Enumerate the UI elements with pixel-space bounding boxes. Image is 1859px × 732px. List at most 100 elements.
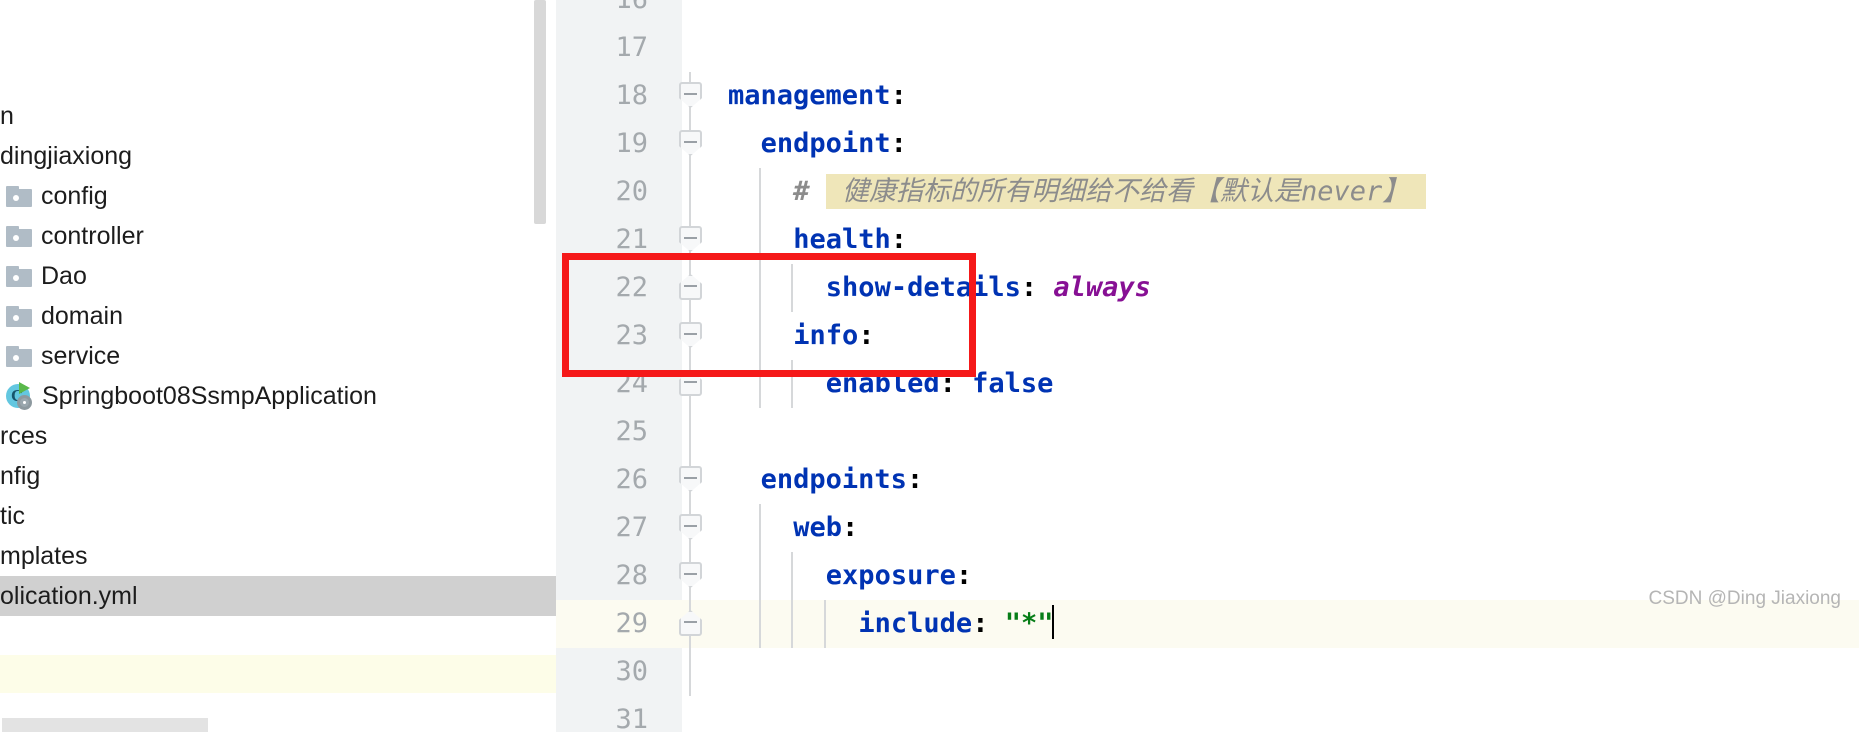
- code-line[interactable]: 23 info:: [556, 312, 1859, 360]
- code-fold-top-icon[interactable]: [676, 504, 704, 552]
- token-key: endpoint: [760, 128, 891, 159]
- tree-item-config[interactable]: config: [0, 176, 556, 216]
- indent-guide: [758, 168, 761, 216]
- tree-item-label: n: [0, 101, 14, 130]
- token-key: include: [858, 608, 973, 639]
- tree-item-label: config: [41, 181, 108, 210]
- indent-guide: [791, 360, 794, 408]
- indent-guide: [791, 600, 794, 648]
- tree-item-service[interactable]: service: [0, 336, 556, 376]
- tree-item-nfig[interactable]: nfig: [0, 456, 556, 496]
- line-number: 25: [615, 416, 648, 447]
- code-line[interactable]: 17: [556, 24, 1859, 72]
- tree-item-controller[interactable]: controller: [0, 216, 556, 256]
- token-comment: 健康指标的所有明细给不给看【默认是never】: [825, 174, 1426, 209]
- tree-item-label: nfig: [0, 461, 41, 490]
- code-text: management:: [728, 72, 1859, 120]
- tree-item-label: tic: [0, 501, 25, 530]
- code-fold-bottom-icon[interactable]: [676, 360, 704, 408]
- code-line[interactable]: 27 web:: [556, 504, 1859, 552]
- code-line[interactable]: 19 endpoint:: [556, 120, 1859, 168]
- indent-guide: [758, 504, 761, 552]
- tree-item-tic[interactable]: tic: [0, 496, 556, 536]
- code-fold-top-icon[interactable]: [676, 312, 704, 360]
- code-line[interactable]: 18 management:: [556, 72, 1859, 120]
- code-line[interactable]: 31: [556, 696, 1859, 732]
- line-number: 28: [615, 560, 648, 591]
- token-key: endpoints: [760, 464, 907, 495]
- code-line[interactable]: 20 # 健康指标的所有明细给不给看【默认是never】: [556, 168, 1859, 216]
- tree-item-label: service: [41, 341, 121, 370]
- indent-guide: [791, 264, 794, 312]
- token-key: show-details: [825, 272, 1021, 303]
- code-fold-top-icon[interactable]: [676, 456, 704, 504]
- token-colon: :: [906, 464, 924, 495]
- tree-item-domain[interactable]: domain: [0, 296, 556, 336]
- folder-icon: [6, 225, 32, 247]
- indent-guide: [758, 360, 761, 408]
- line-number: 16: [556, 0, 648, 24]
- line-number: 22: [615, 272, 648, 303]
- tree-item-label: rces: [0, 421, 48, 450]
- tree-item-dao[interactable]: Dao: [0, 256, 556, 296]
- tree-item-springboot08ssmpapplication[interactable]: C Springboot08SsmpApplication: [0, 376, 556, 416]
- tree-item-n[interactable]: n: [0, 96, 556, 136]
- tree-item-dingjiaxiong[interactable]: dingjiaxiong: [0, 136, 556, 176]
- folder-icon: [6, 265, 32, 287]
- code-line[interactable]: 24 enabled: false: [556, 360, 1859, 408]
- tree-item-label: Dao: [41, 261, 87, 290]
- screenshot-root: n dingjiaxiong config controller Dao domain se…: [0, 0, 1859, 732]
- tree-item-label: dingjiaxiong: [0, 141, 133, 170]
- code-line[interactable]: 21 health:: [556, 216, 1859, 264]
- token-colon: :: [858, 320, 875, 351]
- line-number: 30: [615, 656, 648, 687]
- token-colon: :: [955, 560, 973, 591]
- code-fold-top-icon[interactable]: [676, 216, 704, 264]
- tree-item-label: Springboot08SsmpApplication: [42, 381, 377, 410]
- tree-item-mplates[interactable]: mplates: [0, 536, 556, 576]
- code-text: endpoint:: [761, 120, 1859, 168]
- code-line[interactable]: 25: [556, 408, 1859, 456]
- project-tree[interactable]: n dingjiaxiong config controller Dao domain se…: [0, 96, 556, 616]
- line-number: 18: [615, 80, 648, 111]
- code-line[interactable]: 16: [556, 0, 1859, 24]
- code-text: enabled: false: [826, 360, 1859, 408]
- code-text: info:: [793, 312, 1859, 360]
- line-number: 21: [615, 224, 648, 255]
- code-lines[interactable]: 16 17 18 management: 19 endpoint: 20 # 健康指标的所有明…: [556, 0, 1859, 732]
- token-key: info: [793, 320, 859, 351]
- status-bar-chip: [2, 718, 208, 732]
- token-colon: :: [841, 512, 859, 543]
- token-hash: #: [793, 176, 826, 207]
- folder-icon: [6, 185, 32, 207]
- tree-item-olication-yml[interactable]: olication.yml: [0, 576, 556, 616]
- editor-area[interactable]: 16 17 18 management: 19 endpoint: 20 # 健康指标的所有明…: [556, 0, 1859, 732]
- code-line[interactable]: 30: [556, 648, 1859, 696]
- code-line[interactable]: 22 show-details: always: [556, 264, 1859, 312]
- code-text: endpoints:: [761, 456, 1859, 504]
- indent-guide: [758, 600, 761, 648]
- code-fold-bottom-icon[interactable]: [676, 600, 704, 648]
- indent-guide: [758, 312, 761, 360]
- token-colon: :: [890, 80, 907, 111]
- code-fold-rail: [676, 648, 704, 696]
- code-fold-bottom-icon[interactable]: [676, 264, 704, 312]
- code-fold-rail: [676, 408, 704, 456]
- code-line[interactable]: 26 endpoints:: [556, 456, 1859, 504]
- code-fold-top-icon[interactable]: [676, 120, 704, 168]
- code-text: # 健康指标的所有明细给不给看【默认是never】: [793, 168, 1859, 216]
- tree-item-rces[interactable]: rces: [0, 416, 556, 456]
- code-fold-top-icon[interactable]: [676, 552, 704, 600]
- project-tool-window: n dingjiaxiong config controller Dao domain se…: [0, 0, 556, 732]
- line-number: 29: [615, 608, 648, 639]
- spring-app-class-icon: C: [6, 382, 34, 410]
- folder-icon: [6, 305, 32, 327]
- indent-guide: [823, 600, 826, 648]
- csdn-watermark: CSDN @Ding Jiaxiong: [1648, 588, 1841, 609]
- indent-guide: [758, 552, 761, 600]
- code-text: web:: [793, 504, 1859, 552]
- code-fold-top-icon[interactable]: [676, 72, 704, 120]
